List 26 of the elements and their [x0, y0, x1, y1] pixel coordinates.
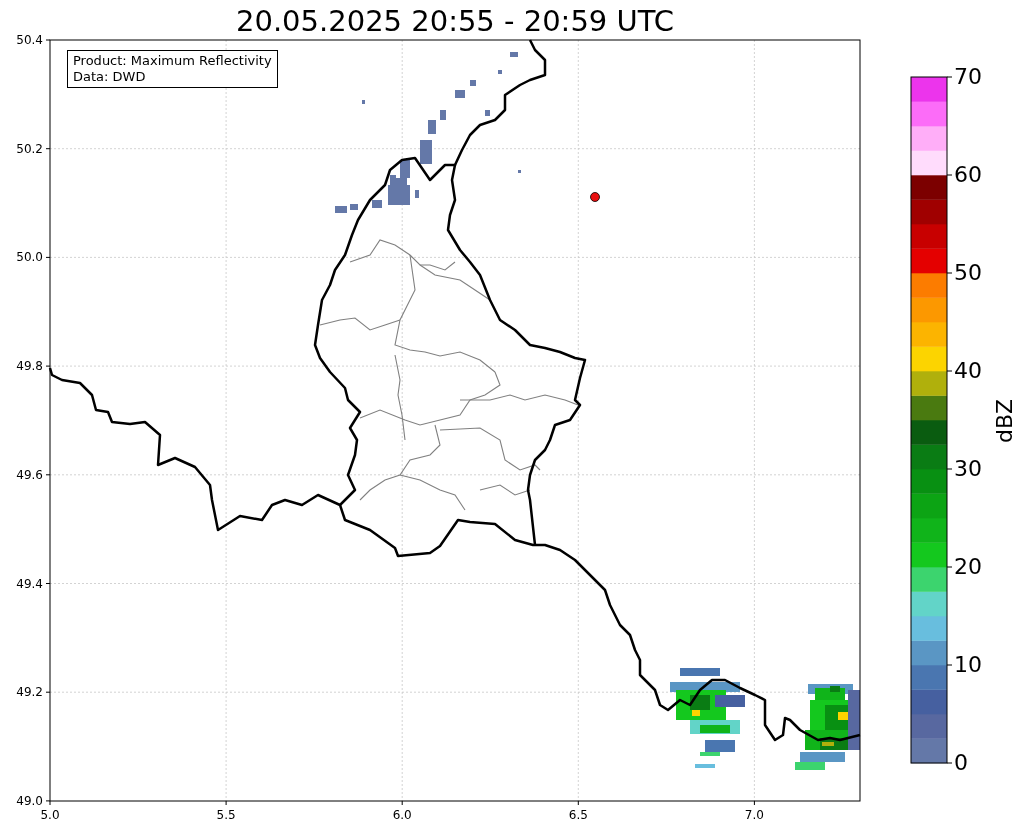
x-tick-label: 7.0 [743, 807, 765, 823]
x-tick-label: 6.5 [567, 807, 589, 823]
colorbar-tick-label: 40 [954, 358, 982, 384]
colorbar-tick-label: 20 [954, 554, 982, 580]
y-tick-label: 50.2 [15, 140, 43, 157]
location-marker [590, 192, 600, 202]
y-tick-label: 49.4 [15, 575, 43, 592]
y-tick-label: 50.4 [15, 32, 43, 48]
colorbar-tick-label: 10 [954, 652, 982, 678]
colorbar-tick-label: 60 [954, 162, 982, 188]
colorbar-tick-label: 50 [954, 260, 982, 286]
x-tick-label: 5.5 [215, 807, 237, 823]
y-tick-label: 49.0 [15, 792, 43, 809]
y-tick-label: 49.2 [15, 684, 43, 701]
x-tick-label: 5.0 [39, 807, 61, 823]
legend-text: Data: DWD [73, 69, 147, 85]
chart-title: 20.05.2025 20:55 - 20:59 UTC [235, 3, 675, 40]
x-tick-label: 6.0 [391, 807, 413, 823]
colorbar-tick-label: 30 [954, 456, 982, 482]
legend-text: Product: Maximum Reflectivity [73, 53, 272, 69]
y-tick-label: 50.0 [15, 249, 43, 266]
colorbar-tick-label: 70 [954, 64, 982, 90]
colorbar-tick-label: 0 [954, 750, 968, 776]
colorbar-label: dBZ [992, 397, 1018, 446]
y-tick-label: 49.6 [15, 466, 43, 483]
y-tick-label: 49.8 [15, 358, 43, 375]
